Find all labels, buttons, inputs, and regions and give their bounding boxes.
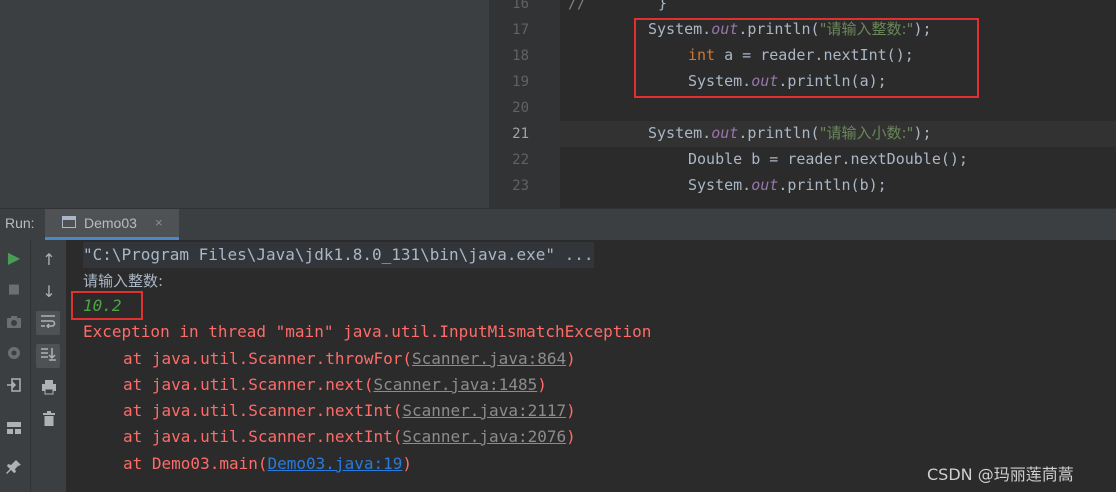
code-line-23[interactable]: System.out.println(b); [688,172,887,198]
stack-trace-text: at java.util.Scanner.nextInt( [123,427,403,446]
code-brace: } [658,0,668,12]
line-number: 17 [512,22,529,38]
console-icon [62,216,76,228]
stack-trace-text: ) [566,349,576,368]
exception-message: Exception in thread "main" java.util.Inp… [83,322,652,341]
source-link[interactable]: Scanner.java:2117 [402,401,566,420]
stack-trace-text: at java.util.Scanner.nextInt( [123,401,403,420]
code-token: ); [913,124,932,142]
highlight-box [634,18,979,98]
stack-trace-text: ) [566,401,576,420]
source-link[interactable]: Scanner.java:1485 [373,375,537,394]
pin-icon[interactable] [2,458,26,482]
stack-trace-line: at java.util.Scanner.next(Scanner.java:1… [123,372,547,398]
layout-icon[interactable] [2,418,26,442]
code-token: .println( [738,124,820,142]
scroll-to-end-icon[interactable] [36,344,60,368]
stack-trace-line: at java.util.Scanner.throwFor(Scanner.ja… [123,346,576,372]
code-token: System. [648,124,712,142]
source-link[interactable]: Scanner.java:864 [412,349,566,368]
watermark: CSDN @玛丽莲茼蒿 [927,465,1074,484]
code-line-22[interactable]: Double b = reader.nextDouble(); [688,146,968,172]
stack-trace-text: ) [537,375,547,394]
code-comment: // [568,0,587,12]
code-field: out [711,124,739,142]
line-number: 19 [512,74,529,90]
soft-wrap-icon[interactable] [36,311,60,335]
console-command-line: "C:\Program Files\Java\jdk1.8.0_131\bin\… [83,242,594,268]
stack-trace-line: at java.util.Scanner.nextInt(Scanner.jav… [123,424,576,450]
line-number: 20 [512,100,529,116]
highlight-box [71,291,143,320]
stack-trace-text: at java.util.Scanner.next( [123,375,374,394]
stack-trace-line: at Demo03.main(Demo03.java:19) [123,451,412,477]
source-link[interactable]: Demo03.java:19 [268,454,403,473]
down-arrow-icon[interactable]: ↓ [37,280,61,304]
stack-trace-text: ) [402,454,412,473]
code-field: out [751,176,779,194]
settings-icon[interactable] [2,344,26,368]
project-panel [0,0,489,208]
line-number: 23 [512,178,529,194]
run-label: Run: [5,215,35,231]
print-icon[interactable] [37,378,61,402]
camera-icon[interactable] [2,312,26,336]
source-link[interactable]: Scanner.java:2076 [402,427,566,446]
code-token: System. [688,176,752,194]
close-icon[interactable]: × [155,215,163,230]
line-number: 16 [512,0,529,12]
line-number: 21 [512,126,529,142]
stack-trace-text: ) [566,427,576,446]
stack-trace-text: at Demo03.main( [123,454,268,473]
code-token: Double b = reader.nextDouble(); [688,150,968,168]
stop-icon[interactable]: ■ [2,278,26,302]
line-number: 18 [512,48,529,64]
code-line-21[interactable]: System.out.println("请输入小数:"); [648,120,932,146]
trash-icon[interactable] [37,410,61,434]
stack-trace-text: at java.util.Scanner.throwFor( [123,349,412,368]
code-token: .println(b); [778,176,887,194]
tab-label: Demo03 [84,215,137,231]
up-arrow-icon[interactable]: ↑ [37,248,61,272]
exit-icon[interactable] [2,376,26,400]
line-number: 22 [512,152,529,168]
run-icon[interactable]: ▶ [2,246,26,270]
stack-trace-line: at java.util.Scanner.nextInt(Scanner.jav… [123,398,576,424]
code-string: "请输入小数:" [819,124,914,142]
